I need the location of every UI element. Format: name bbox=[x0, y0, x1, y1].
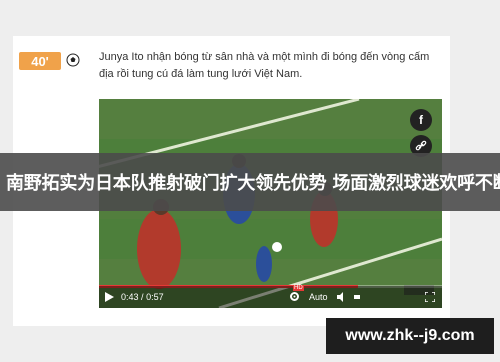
time-display: 0:43 / 0:57 bbox=[121, 292, 164, 302]
volume-icon[interactable] bbox=[337, 292, 348, 302]
gear-icon bbox=[290, 292, 299, 301]
minute-badge: 40' bbox=[19, 52, 61, 70]
duration: 0:57 bbox=[146, 292, 164, 302]
minute-label: 40' bbox=[31, 53, 49, 69]
facebook-share-button[interactable]: f bbox=[410, 109, 432, 131]
link-icon bbox=[415, 140, 427, 151]
volume-slider[interactable] bbox=[354, 295, 360, 299]
football-icon bbox=[66, 53, 80, 67]
video-controls: 0:43 / 0:57 HD Auto bbox=[99, 285, 442, 308]
facebook-icon: f bbox=[419, 113, 423, 127]
hd-badge: HD bbox=[293, 285, 304, 291]
settings-button[interactable]: HD bbox=[289, 285, 304, 304]
quality-label[interactable]: Auto bbox=[309, 292, 328, 302]
play-icon[interactable] bbox=[105, 292, 114, 302]
fullscreen-icon[interactable] bbox=[425, 292, 435, 302]
headline-text: 南野拓实为日本队推射破门扩大领先优势 场面激烈球迷欢呼不断 bbox=[6, 173, 500, 194]
commentary-text: Junya Ito nhận bóng từ sân nhà và một mì… bbox=[99, 51, 430, 80]
headline-banner: 南野拓实为日本队推射破门扩大领先优势 场面激烈球迷欢呼不断 bbox=[0, 153, 500, 211]
current-time: 0:43 bbox=[121, 292, 139, 302]
watermark-text: www.zhk--j9.com bbox=[345, 327, 475, 344]
watermark: www.zhk--j9.com bbox=[326, 318, 494, 354]
time-separator: / bbox=[141, 292, 144, 302]
